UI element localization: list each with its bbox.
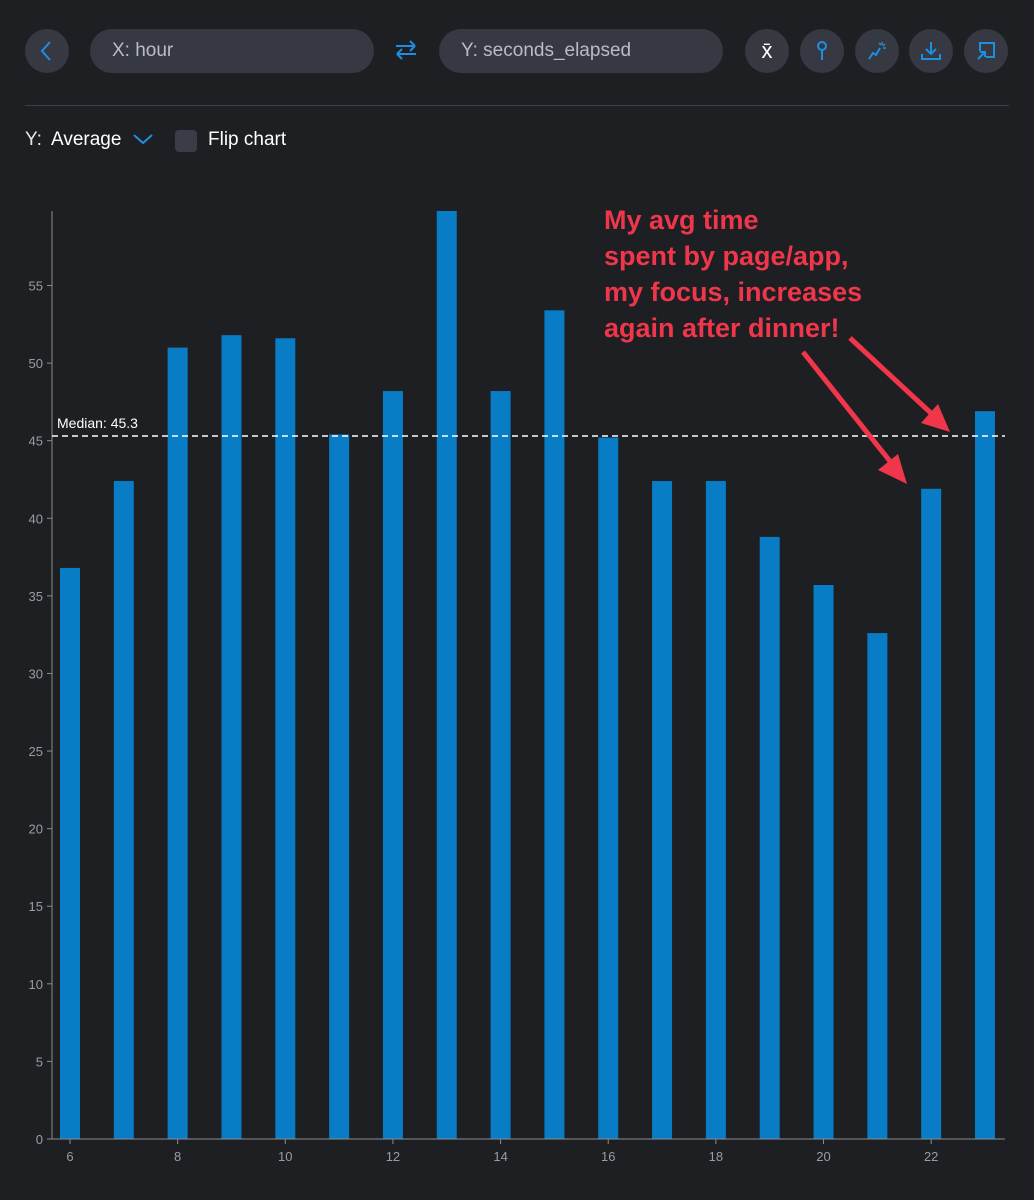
bar-9 bbox=[221, 335, 242, 1139]
y-tick-label: 5 bbox=[36, 1054, 43, 1069]
bar-7 bbox=[113, 481, 134, 1139]
bar-23 bbox=[975, 411, 995, 1140]
annotation-line: my focus, increases bbox=[604, 277, 863, 307]
bar-14 bbox=[490, 391, 511, 1139]
bar-chart: 0 5 10 15 20 25 30 35 40 45 50 55 6 8 10 12 14 16 18 20 22 Me… bbox=[29, 211, 1005, 1164]
annotation-line: spent by page/app, bbox=[604, 241, 849, 271]
x-tick-label: 18 bbox=[709, 1149, 723, 1164]
x-tick-label: 8 bbox=[174, 1149, 181, 1164]
bar-6 bbox=[60, 567, 80, 1139]
bar-8 bbox=[167, 347, 188, 1139]
y-tick-label: 20 bbox=[29, 822, 43, 837]
x-tick-label: 14 bbox=[493, 1149, 507, 1164]
bar-11 bbox=[329, 434, 350, 1140]
y-tick-label: 40 bbox=[29, 511, 43, 526]
bar-10 bbox=[275, 338, 296, 1139]
y-tick-label: 25 bbox=[29, 744, 43, 759]
bar-19 bbox=[759, 536, 780, 1139]
annotation-line: again after dinner! bbox=[604, 313, 840, 343]
median-label: Median: 45.3 bbox=[57, 415, 138, 431]
annotation-arrow-2 bbox=[848, 336, 935, 417]
bar-17 bbox=[652, 481, 673, 1139]
annotation-arrow-1 bbox=[801, 350, 895, 467]
bar-13 bbox=[436, 211, 457, 1139]
bar-12 bbox=[382, 391, 403, 1139]
annotation-arrowhead-1 bbox=[878, 454, 907, 484]
bar-20 bbox=[813, 584, 834, 1139]
y-tick-label: 50 bbox=[29, 356, 43, 371]
y-tick-label: 15 bbox=[29, 899, 43, 914]
y-tick-label: 35 bbox=[29, 589, 43, 604]
bar-15 bbox=[544, 310, 565, 1139]
bar-21 bbox=[867, 633, 888, 1139]
y-tick-label: 10 bbox=[29, 977, 43, 992]
x-tick-label: 20 bbox=[816, 1149, 830, 1164]
x-tick-label: 10 bbox=[278, 1149, 292, 1164]
y-tick-label: 55 bbox=[29, 278, 43, 293]
x-tick-label: 6 bbox=[66, 1149, 73, 1164]
y-tick-label: 0 bbox=[36, 1132, 43, 1147]
y-tick-label: 30 bbox=[29, 666, 43, 681]
bar-22 bbox=[921, 488, 942, 1139]
annotation-line: My avg time bbox=[604, 205, 759, 235]
x-tick-label: 16 bbox=[601, 1149, 615, 1164]
y-tick-label: 45 bbox=[29, 434, 43, 449]
x-tick-label: 22 bbox=[924, 1149, 938, 1164]
annotation-text: My avg time spent by page/app, my focus,… bbox=[604, 202, 904, 346]
bar-16 bbox=[598, 437, 619, 1139]
x-tick-label: 12 bbox=[386, 1149, 400, 1164]
bar-18 bbox=[705, 481, 726, 1139]
